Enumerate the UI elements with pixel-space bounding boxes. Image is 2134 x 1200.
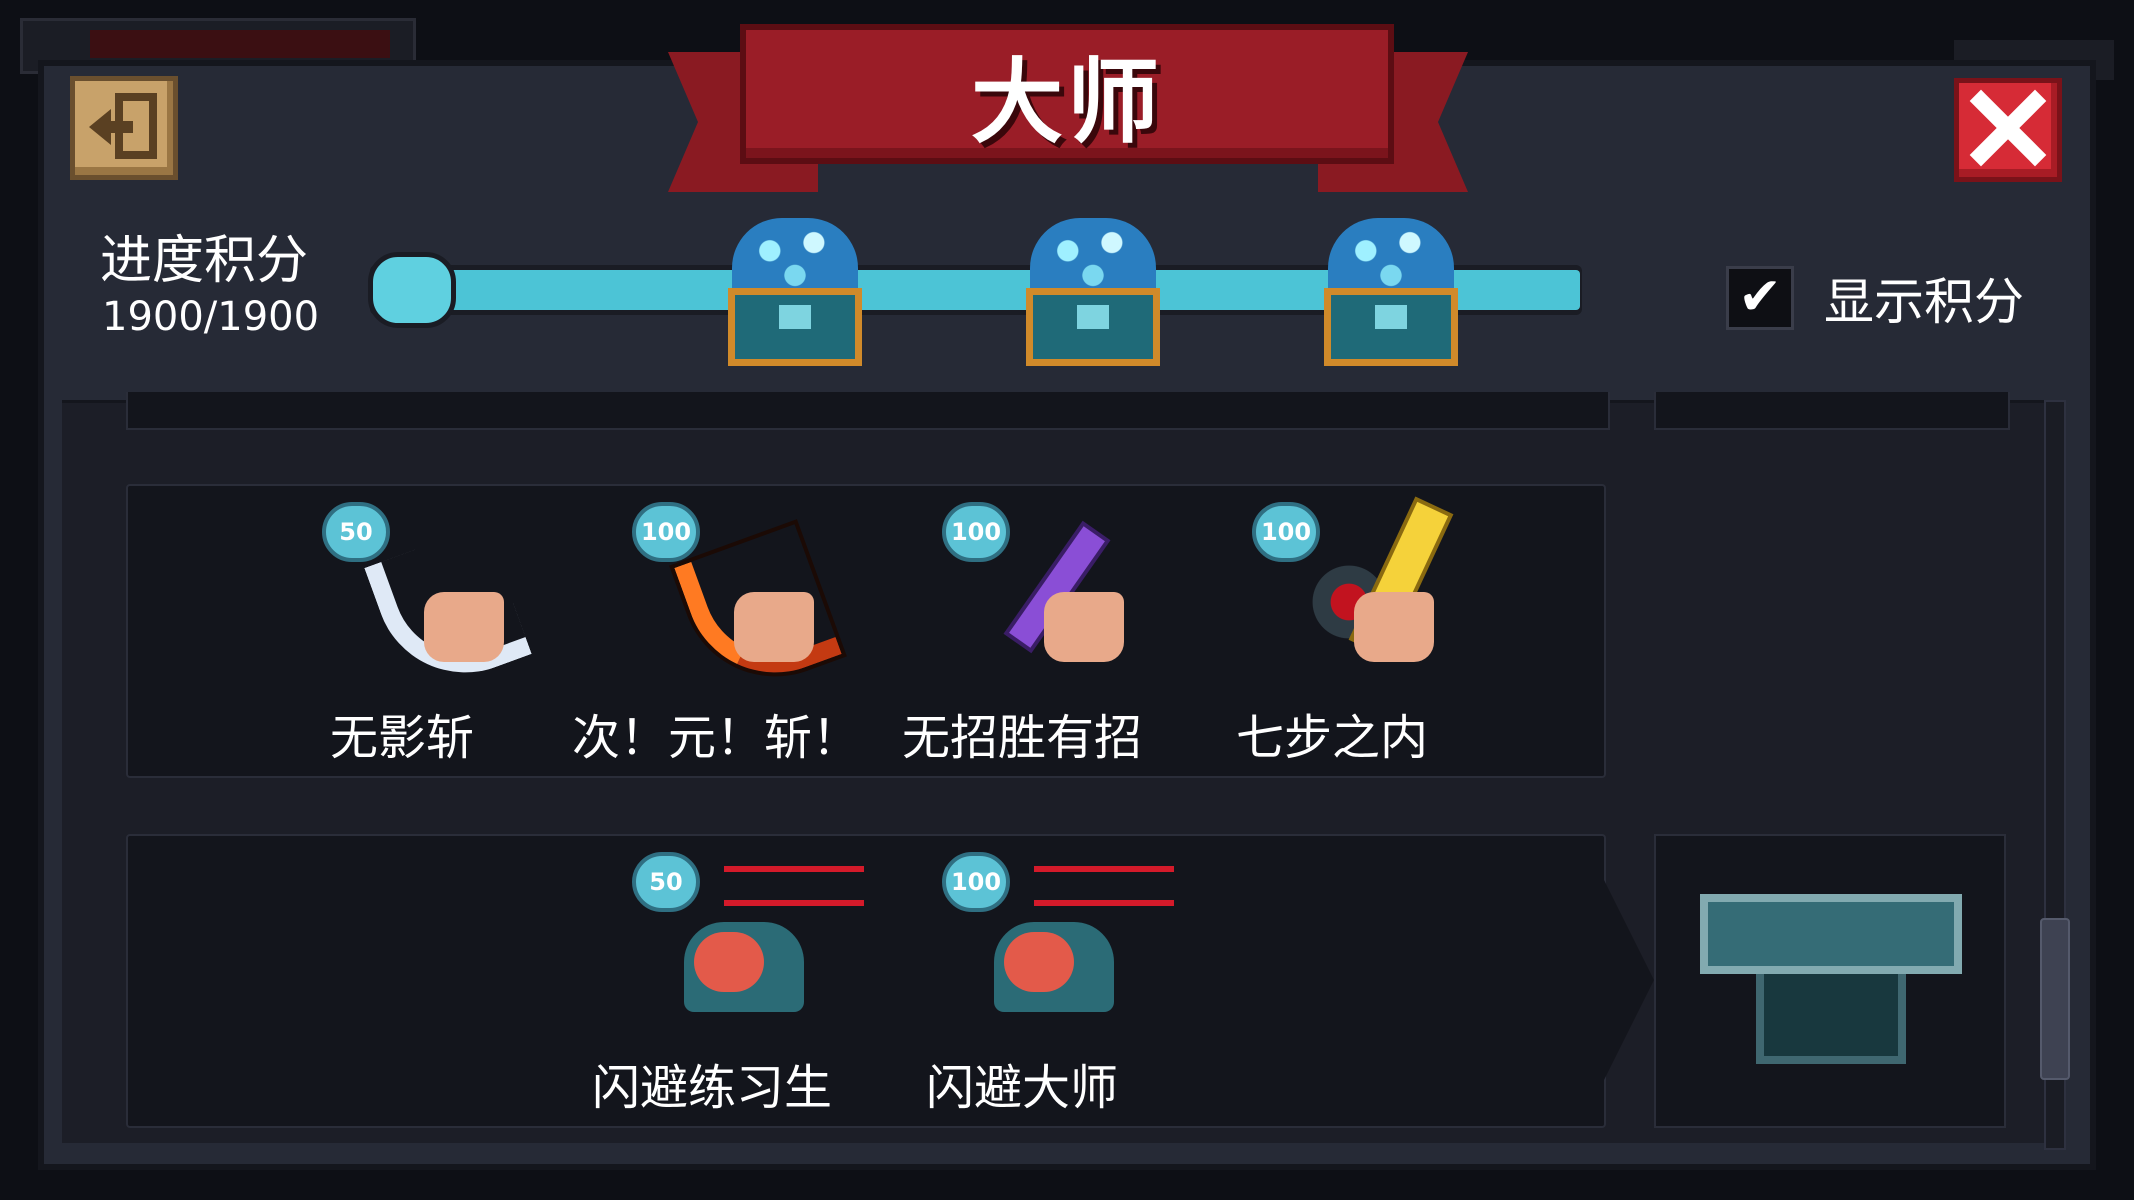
achievement-name: 次！元！斩！ <box>572 710 861 766</box>
achievement-name: 闪避练习生 <box>591 1060 832 1116</box>
achievement-name: 无招胜有招 <box>901 710 1142 766</box>
milestone-chest-2[interactable] <box>1026 218 1160 368</box>
achievement-item[interactable]: 100 次！元！斩！ <box>572 502 861 782</box>
achievement-name: 无影斩 <box>329 710 474 766</box>
chest-box <box>1324 288 1458 366</box>
background-health-bar <box>90 30 390 58</box>
chest-lid <box>1700 894 1962 974</box>
show-points-checkbox[interactable]: ✔ <box>1726 266 1794 330</box>
points-badge: 50 <box>632 852 700 912</box>
title-banner: 大师 <box>740 24 1394 164</box>
page-title: 大师 <box>970 48 1163 156</box>
progress-label: 进度积分 <box>100 231 309 291</box>
achievement-item[interactable]: 50 无影斩 <box>262 502 542 782</box>
points-badge: 100 <box>632 502 700 562</box>
points-badge: 100 <box>942 502 1010 562</box>
partial-card-right <box>1654 392 2010 430</box>
back-button[interactable] <box>70 76 178 180</box>
partial-card-left <box>126 392 1610 430</box>
achievement-item[interactable]: 100 闪避大师 <box>882 852 1174 1132</box>
achievement-item[interactable]: 50 闪避练习生 <box>572 852 864 1132</box>
close-x-icon <box>1969 89 2047 167</box>
empty-chest-icon[interactable] <box>1700 894 1962 1064</box>
show-points-label[interactable]: 显示积分 <box>1824 262 2024 334</box>
scrollbar-thumb[interactable] <box>2040 918 2070 1080</box>
points-badge: 100 <box>1252 502 1320 562</box>
checkmark-icon: ✔ <box>1738 267 1782 327</box>
milestone-chest-3[interactable] <box>1324 218 1458 368</box>
achievement-item[interactable]: 100 无招胜有招 <box>882 502 1162 782</box>
achievement-name: 七步之内 <box>1235 710 1428 766</box>
close-button[interactable] <box>1954 78 2062 182</box>
progress-start-knob <box>368 252 456 328</box>
milestone-chest-1[interactable] <box>728 218 862 368</box>
chest-box <box>728 288 862 366</box>
progress-value: 1900/1900 <box>102 294 320 340</box>
points-badge: 100 <box>942 852 1010 912</box>
achievement-item[interactable]: 100 七步之内 <box>1192 501 1472 782</box>
achievement-card-dodge <box>126 834 1606 1128</box>
exit-door-icon <box>89 93 157 159</box>
chest-box <box>1026 288 1160 366</box>
achievement-name: 闪避大师 <box>925 1060 1118 1116</box>
points-badge: 50 <box>322 502 390 562</box>
